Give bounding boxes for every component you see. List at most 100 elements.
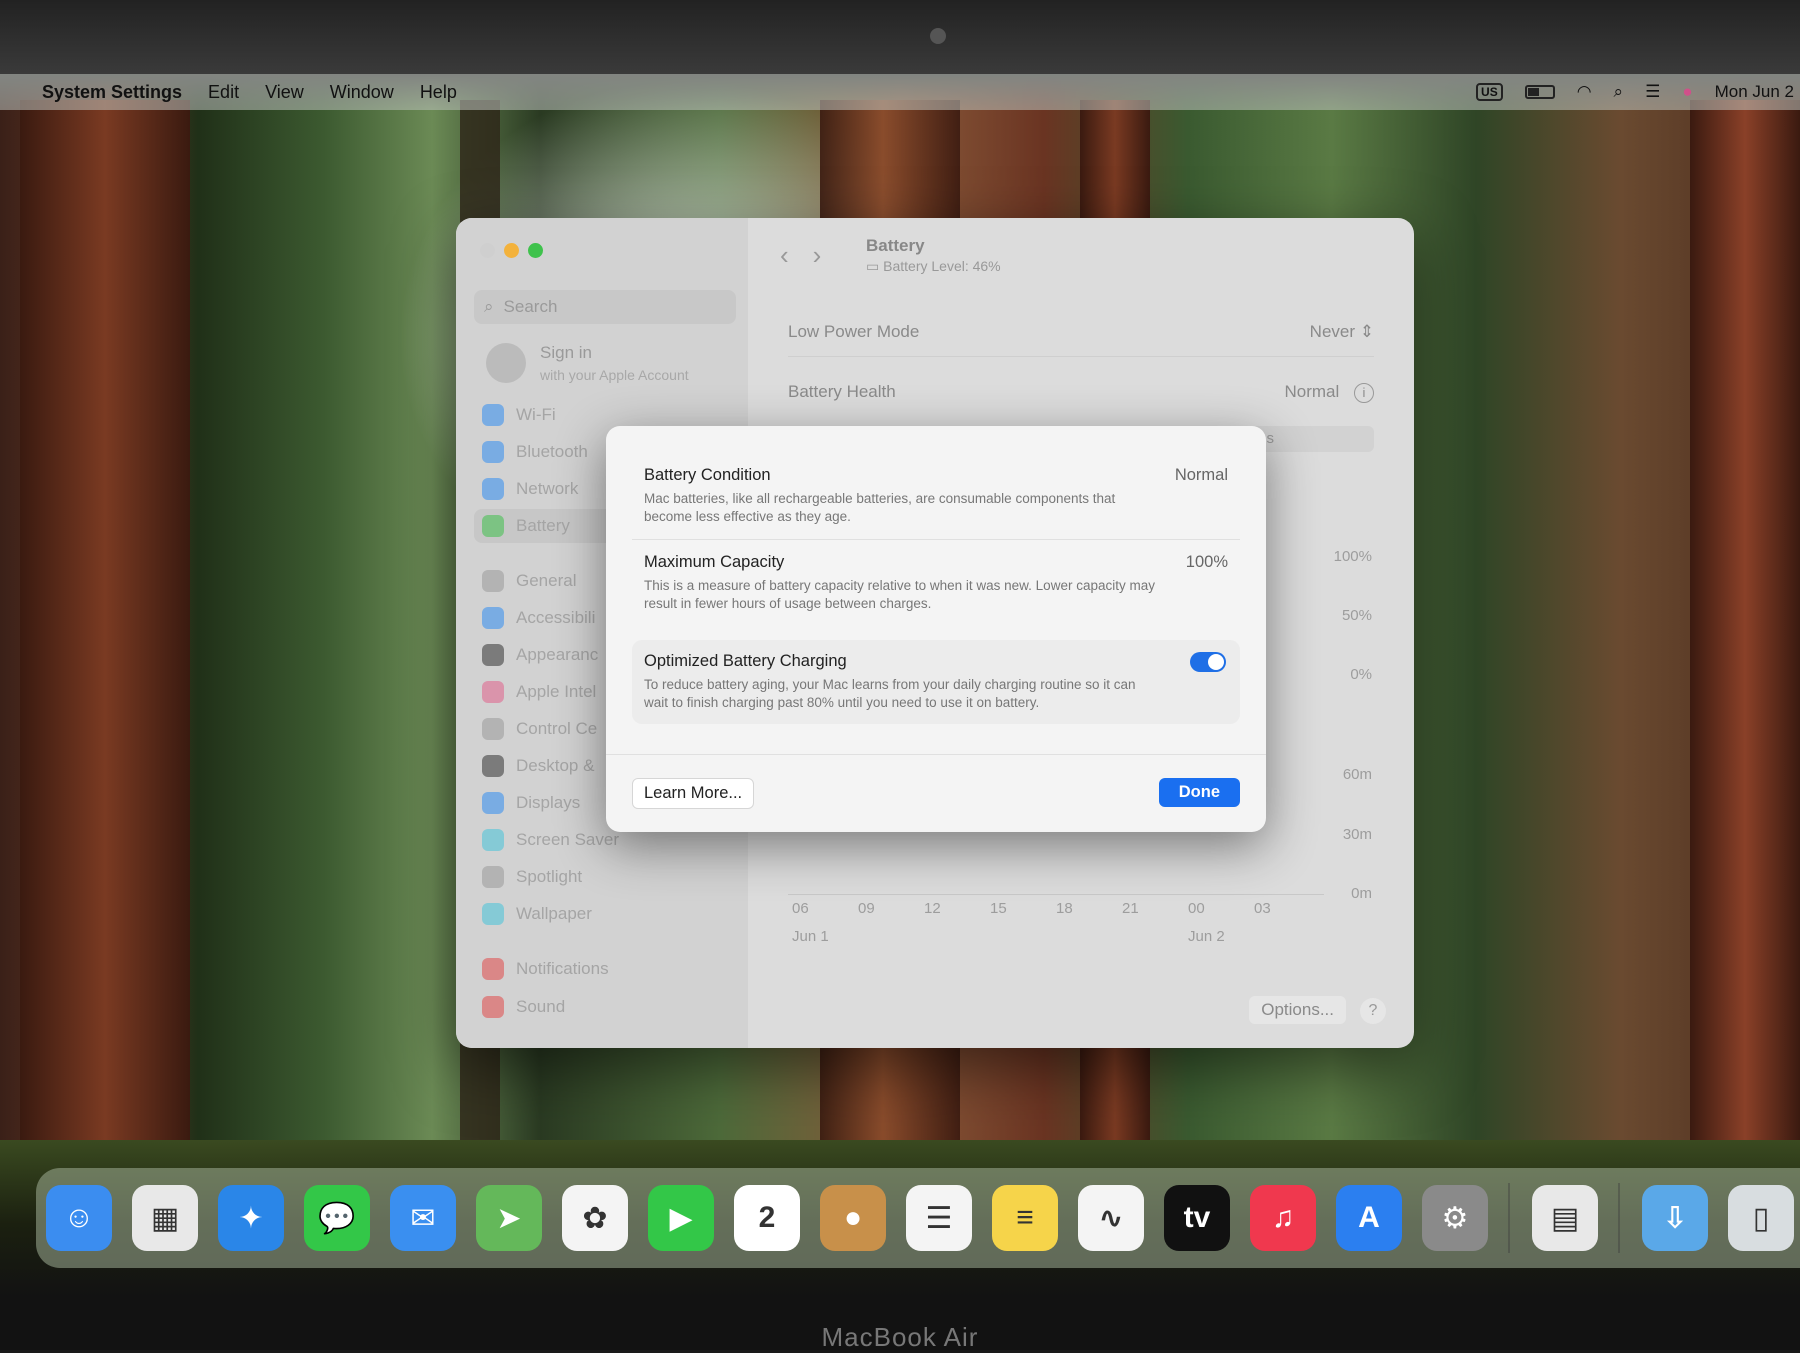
dock-app-tv[interactable]: tv (1164, 1185, 1230, 1251)
menu-window[interactable]: Window (330, 82, 394, 103)
dock-app-facetime[interactable]: ▶ (648, 1185, 714, 1251)
sidebar-item-icon (482, 755, 504, 777)
status-area: US ◠ ⌕ ☰ ● Mon Jun 2 (1476, 74, 1800, 110)
options-button[interactable]: Options... (1249, 996, 1346, 1024)
search-icon: ⌕ (484, 297, 494, 316)
x-tick: 21 (1122, 900, 1139, 917)
input-source-icon[interactable]: US (1476, 83, 1503, 101)
battery-icon[interactable] (1524, 85, 1555, 99)
back-button[interactable]: ‹ (780, 240, 813, 270)
search-field[interactable]: ⌕ Search (474, 290, 736, 324)
optimized-charging-toggle[interactable] (1190, 652, 1226, 672)
dock-app-mail[interactable]: ✉ (390, 1185, 456, 1251)
avatar (486, 343, 526, 383)
low-power-label: Low Power Mode (788, 322, 920, 341)
minimize-window-button[interactable] (504, 243, 519, 258)
sidebar-item-label: Desktop & (516, 756, 595, 775)
sidebar-item[interactable]: Spotlight (474, 860, 736, 894)
sidebar-item[interactable]: Notifications (474, 952, 736, 986)
sign-in-item[interactable]: Sign in with your Apple Account (486, 343, 689, 383)
usage-axis-60m: 60m (1342, 766, 1372, 783)
sidebar-item[interactable]: Wallpaper (474, 897, 736, 931)
dock-app-notes[interactable]: ≡ (992, 1185, 1058, 1251)
dock-app-contacts[interactable]: ● (820, 1185, 886, 1251)
maximum-capacity-title: Maximum Capacity (644, 553, 785, 571)
sidebar-item-label: Displays (516, 793, 581, 812)
siri-icon[interactable]: ● (1682, 82, 1692, 102)
sidebar-item-icon (482, 996, 504, 1018)
menu-view[interactable]: View (265, 82, 304, 103)
optimized-charging-desc: To reduce battery aging, your Mac learns… (644, 677, 1136, 710)
learn-more-button[interactable]: Learn More... (632, 778, 755, 809)
sidebar-item-label: Screen Saver (516, 830, 619, 849)
x-tick: 03 (1254, 900, 1271, 917)
dock-app-reminders[interactable]: ☰ (906, 1185, 972, 1251)
dock-app-calendar[interactable]: 2 (734, 1185, 800, 1251)
dock-app-app-store[interactable]: A (1336, 1185, 1402, 1251)
battery-condition-desc: Mac batteries, like all rechargeable bat… (644, 491, 1116, 524)
sidebar-item-icon (482, 792, 504, 814)
low-power-row: Low Power Mode Never ⇕ (788, 312, 1374, 352)
dock-app-launchpad[interactable]: ▦ (132, 1185, 198, 1251)
control-center-icon[interactable]: ☰ (1645, 82, 1660, 102)
sidebar-item-icon (482, 478, 504, 500)
menu-app-name[interactable]: System Settings (42, 82, 182, 103)
search-icon[interactable]: ⌕ (1614, 82, 1624, 102)
close-window-button[interactable] (480, 243, 495, 258)
sidebar-item-icon (482, 441, 504, 463)
sidebar-item-icon (482, 958, 504, 980)
usage-axis-30m: 30m (1342, 826, 1372, 843)
zoom-window-button[interactable] (528, 243, 543, 258)
dock-app-freeform[interactable]: ∿ (1078, 1185, 1144, 1251)
sidebar-item-icon (482, 903, 504, 925)
done-button[interactable]: Done (1158, 778, 1240, 807)
x-date: Jun 1 (792, 928, 829, 945)
dock: ☺ ▦ ✦ 💬 ✉ ➤ ✿ ▶ 2 ● ☰ ≡ ∿ tv ♫ A ⚙ ▤ ⇩ ▯ (36, 1168, 1800, 1268)
help-button[interactable]: ? (1360, 998, 1386, 1024)
dock-app-system-settings[interactable]: ⚙ (1422, 1185, 1488, 1251)
battery-condition-value: Normal (1174, 466, 1228, 484)
dock-app-finder[interactable]: ☺ (46, 1185, 112, 1251)
menu-help[interactable]: Help (420, 82, 457, 103)
sidebar-item-label: Notifications (516, 959, 609, 978)
dock-app-messages[interactable]: 💬 (304, 1185, 370, 1251)
dock-app-music[interactable]: ♫ (1250, 1185, 1316, 1251)
sidebar-item[interactable]: Sound (474, 990, 736, 1024)
level-axis-0: 0% (1350, 666, 1372, 683)
dock-app-trash[interactable]: ▯ (1728, 1185, 1794, 1251)
x-tick: 12 (924, 900, 941, 917)
page-title: Battery (866, 236, 925, 255)
x-date: Jun 2 (1188, 928, 1225, 945)
sidebar-item-label: Battery (516, 516, 570, 535)
sidebar-item-label: Network (516, 479, 579, 498)
info-icon[interactable]: i (1354, 382, 1374, 403)
camera (930, 28, 946, 44)
maximum-capacity-value: 100% (1185, 553, 1228, 571)
battery-health-label: Battery Health (788, 382, 896, 401)
sidebar-item-icon (482, 515, 504, 537)
sidebar-item-label: Sound (516, 997, 566, 1016)
search-placeholder: Search (503, 297, 558, 316)
forward-button[interactable]: › (813, 240, 846, 270)
dock-app-downloads[interactable]: ⇩ (1642, 1185, 1708, 1251)
wifi-icon[interactable]: ◠ (1577, 82, 1592, 102)
sidebar-item-label: Wi-Fi (516, 405, 556, 424)
dock-app-archive-utility[interactable]: ▤ (1532, 1185, 1598, 1251)
sidebar-item-label: Apple Intel (516, 682, 597, 701)
dock-separator (1508, 1183, 1510, 1253)
dock-separator (1618, 1183, 1620, 1253)
battery-condition-title: Battery Condition (644, 466, 771, 484)
battery-health-row: Battery Health Normal i (788, 372, 1374, 412)
sidebar-item-label: Wallpaper (516, 904, 592, 923)
menu-edit[interactable]: Edit (208, 82, 239, 103)
dock-app-safari[interactable]: ✦ (218, 1185, 284, 1251)
battery-health-value: Normal (1284, 381, 1340, 401)
sidebar-item-label: Accessibili (516, 608, 596, 627)
dock-app-maps[interactable]: ➤ (476, 1185, 542, 1251)
x-tick: 18 (1056, 900, 1073, 917)
low-power-select[interactable]: Never ⇕ (1310, 322, 1374, 342)
sidebar-item-label: Appearanc (516, 645, 599, 664)
optimized-charging-title: Optimized Battery Charging (644, 652, 847, 670)
menu-clock[interactable]: Mon Jun 2 (1715, 82, 1794, 102)
dock-app-photos[interactable]: ✿ (562, 1185, 628, 1251)
